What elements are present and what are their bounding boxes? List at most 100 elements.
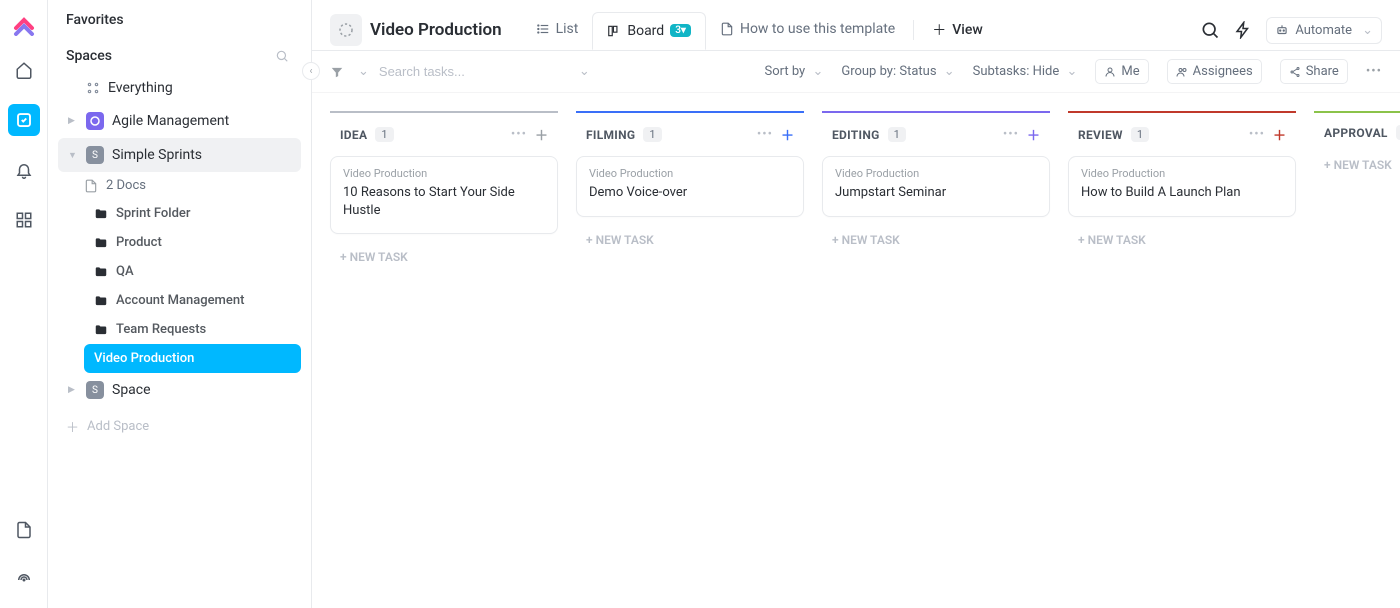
folder-label: Team Requests — [116, 322, 206, 337]
task-card[interactable]: Video Production Jumpstart Seminar — [822, 156, 1050, 217]
column-menu-icon[interactable]: ••• — [1249, 127, 1265, 142]
everything-item[interactable]: Everything — [58, 72, 301, 104]
tab-list[interactable]: List — [522, 11, 593, 49]
search-spaces-icon[interactable] — [275, 49, 289, 63]
column-color-bar — [822, 111, 1050, 113]
people-icon — [1176, 66, 1188, 78]
column-add-icon[interactable]: ＋ — [781, 125, 794, 144]
home-icon[interactable] — [8, 54, 40, 86]
new-task-button[interactable]: + NEW TASK — [576, 227, 804, 253]
new-task-button[interactable]: + NEW TASK — [330, 244, 558, 270]
column-count: 1 — [888, 127, 906, 142]
column-color-bar — [1314, 111, 1400, 113]
column-count: 1 — [375, 127, 393, 142]
task-card[interactable]: Video Production Demo Voice-over — [576, 156, 804, 217]
card-title: How to Build A Launch Plan — [1081, 184, 1283, 202]
signal-icon[interactable] — [8, 564, 40, 596]
expander-icon[interactable]: ▶ — [68, 385, 78, 395]
automate-label: Automate — [1295, 23, 1352, 38]
column-menu-icon[interactable]: ••• — [1003, 127, 1019, 142]
docs-label: 2 Docs — [106, 178, 146, 193]
chevron-down-icon[interactable]: ⌄ — [579, 64, 590, 79]
favorites-heading[interactable]: Favorites — [48, 0, 311, 36]
folder-label: Video Production — [94, 351, 194, 366]
folder-icon — [94, 207, 108, 221]
column-add-icon[interactable]: ＋ — [1027, 125, 1040, 144]
everything-label: Everything — [108, 80, 173, 96]
card-breadcrumb: Video Production — [589, 167, 791, 180]
folder-icon — [94, 294, 108, 308]
filter-bar: ⌄ ⌄ Sort by ⌄ Group by: Status ⌄ Subtask… — [312, 51, 1400, 93]
new-task-button[interactable]: + NEW TASK — [822, 227, 1050, 253]
tab-board[interactable]: Board 3▾ — [592, 12, 706, 50]
task-card[interactable]: Video Production How to Build A Launch P… — [1068, 156, 1296, 217]
space-color-icon: S — [86, 381, 104, 399]
folder-label: QA — [116, 264, 134, 279]
tab-label: How to use this template — [740, 21, 895, 37]
docs-item[interactable]: 2 Docs — [58, 172, 301, 199]
space-extra[interactable]: ▶ S Space — [58, 373, 301, 407]
tab-howto[interactable]: How to use this template — [706, 11, 909, 49]
automate-button[interactable]: Automate ⌄ — [1266, 17, 1382, 44]
space-color-icon: S — [86, 146, 104, 164]
board-icon — [607, 24, 621, 38]
add-space-label: Add Space — [87, 419, 149, 434]
folder-team-requests[interactable]: Team Requests — [84, 315, 301, 344]
column-add-icon[interactable]: ＋ — [535, 125, 548, 144]
share-button[interactable]: Share — [1280, 59, 1348, 84]
add-space-button[interactable]: ＋ Add Space — [48, 407, 311, 446]
task-card[interactable]: Video Production 10 Reasons to Start You… — [330, 156, 558, 234]
board-badge: 3▾ — [670, 24, 691, 37]
folder-qa[interactable]: QA — [84, 257, 301, 286]
chevron-down-icon: ⌄ — [1362, 23, 1373, 38]
folder-video-production[interactable]: Video Production — [84, 344, 301, 373]
column-menu-icon[interactable]: ••• — [757, 127, 773, 142]
folder-product[interactable]: Product — [84, 228, 301, 257]
column-title: EDITING — [832, 128, 880, 142]
more-options-icon[interactable]: ••• — [1366, 64, 1382, 79]
group-by-button[interactable]: Group by: Status ⌄ — [841, 64, 954, 79]
tab-separator — [913, 20, 914, 40]
filter-icon[interactable] — [330, 65, 344, 79]
notifications-icon[interactable] — [8, 154, 40, 186]
card-breadcrumb: Video Production — [1081, 167, 1283, 180]
left-rail — [0, 0, 48, 608]
dashboards-icon[interactable] — [8, 204, 40, 236]
page-title: Video Production — [370, 20, 502, 40]
column-add-icon[interactable]: ＋ — [1273, 125, 1286, 144]
main-area: Video Production List Board 3▾ How to us… — [312, 0, 1400, 608]
folder-icon — [94, 236, 108, 250]
new-task-button[interactable]: + NEW TASK — [1068, 227, 1296, 253]
share-icon — [1289, 66, 1301, 78]
column-menu-icon[interactable]: ••• — [511, 127, 527, 142]
space-agile-management[interactable]: ▶ Agile Management — [58, 104, 301, 138]
expander-icon[interactable]: ▼ — [68, 150, 78, 161]
page-status-icon[interactable] — [330, 14, 362, 46]
folder-account-management[interactable]: Account Management — [84, 286, 301, 315]
new-task-button[interactable]: + NEW TASK — [1314, 152, 1400, 178]
column-title: REVIEW — [1078, 128, 1123, 142]
sort-by-button[interactable]: Sort by ⌄ — [764, 64, 823, 79]
tab-label: List — [556, 21, 579, 37]
assignees-button[interactable]: Assignees — [1167, 59, 1262, 84]
bolt-icon[interactable] — [1234, 21, 1252, 39]
column-color-bar — [330, 111, 558, 113]
docs-icon[interactable] — [8, 514, 40, 546]
chevron-down-icon[interactable]: ⌄ — [358, 64, 369, 79]
search-icon[interactable] — [1200, 20, 1220, 40]
folder-sprint-folder[interactable]: Sprint Folder — [84, 199, 301, 228]
me-filter-button[interactable]: Me — [1095, 59, 1148, 84]
subtasks-button[interactable]: Subtasks: Hide ⌄ — [973, 64, 1078, 79]
add-view-button[interactable]: ＋ View — [918, 10, 997, 50]
search-tasks-input[interactable] — [379, 64, 529, 79]
tab-label: Board — [627, 23, 664, 39]
column-color-bar — [576, 111, 804, 113]
space-simple-sprints[interactable]: ▼ S Simple Sprints — [58, 138, 301, 172]
folder-label: Product — [116, 235, 162, 250]
collapse-sidebar-icon[interactable]: ‹ — [302, 62, 320, 80]
column-idea: IDEA 1 ••• ＋ Video Production 10 Reasons… — [330, 111, 558, 270]
expander-icon[interactable]: ▶ — [68, 116, 78, 126]
tasks-icon[interactable] — [8, 104, 40, 136]
add-view-label: View — [952, 22, 983, 38]
kanban-board: IDEA 1 ••• ＋ Video Production 10 Reasons… — [312, 93, 1400, 608]
